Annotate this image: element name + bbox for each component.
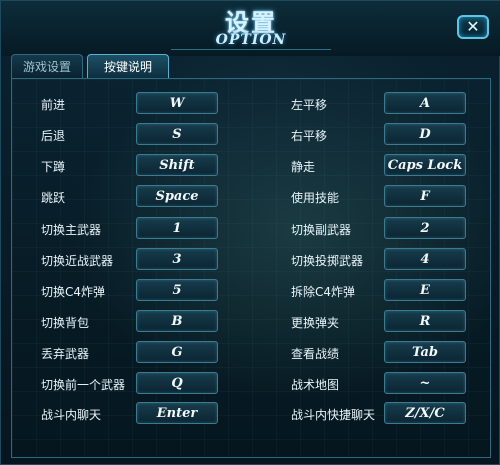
binding-row: 左平移 A xyxy=(12,92,482,118)
binding-row: 静走 Caps Lock xyxy=(12,154,482,180)
binding-action: 战斗内快捷聊天 xyxy=(291,408,376,422)
tab-key-bindings[interactable]: 按键说明 xyxy=(87,54,169,78)
close-button[interactable]: ✕ xyxy=(457,15,489,39)
binding-key[interactable]: Z/X/C xyxy=(384,402,466,424)
binding-action: 更换弹夹 xyxy=(291,316,340,330)
binding-row: 拆除C4炸弹 E xyxy=(12,279,482,305)
binding-row: 右平移 D xyxy=(12,123,482,149)
binding-key[interactable]: 4 xyxy=(384,248,466,270)
binding-action: 静走 xyxy=(291,160,316,174)
binding-row: 查看战绩 Tab xyxy=(12,341,482,367)
binding-key[interactable]: A xyxy=(384,92,466,114)
binding-action: 切换副武器 xyxy=(291,223,352,237)
binding-row: 切换副武器 2 xyxy=(12,217,482,243)
binding-row: 战斗内快捷聊天 Z/X/C xyxy=(12,402,482,428)
window-subtitle: OPTION xyxy=(215,32,287,48)
title-bar: 设置 OPTION ✕ xyxy=(1,1,500,56)
tab-bar: 游戏设置 按键说明 xyxy=(11,54,491,78)
tab-game-settings[interactable]: 游戏设置 xyxy=(11,54,83,78)
binding-action: 切换投掷武器 xyxy=(291,254,364,268)
binding-key[interactable]: D xyxy=(384,123,466,145)
binding-action: 使用技能 xyxy=(291,191,340,205)
binding-key[interactable]: Tab xyxy=(384,341,466,363)
binding-row: 切换投掷武器 4 xyxy=(12,248,482,274)
binding-action: 战术地图 xyxy=(291,378,340,392)
binding-key[interactable]: Caps Lock xyxy=(384,154,466,176)
key-bindings-panel: 前进 W 后退 S 下蹲 Shift 跳跃 Space 切换主武器 1 切换近战… xyxy=(11,78,491,458)
binding-key[interactable]: 2 xyxy=(384,217,466,239)
binding-key[interactable]: F xyxy=(384,185,466,207)
binding-action: 右平移 xyxy=(291,129,328,143)
binding-action: 拆除C4炸弹 xyxy=(291,285,356,299)
binding-key[interactable]: ~ xyxy=(384,372,466,394)
binding-action: 左平移 xyxy=(291,98,328,112)
binding-key[interactable]: E xyxy=(384,279,466,301)
close-icon: ✕ xyxy=(466,17,480,36)
option-window: 设置 OPTION ✕ 游戏设置 按键说明 前进 W 后退 S 下蹲 Shift… xyxy=(0,0,500,465)
binding-key[interactable]: R xyxy=(384,310,466,332)
binding-action: 查看战绩 xyxy=(291,347,340,361)
binding-row: 使用技能 F xyxy=(12,185,482,211)
binding-row: 战术地图 ~ xyxy=(12,372,482,398)
binding-row: 更换弹夹 R xyxy=(12,310,482,336)
